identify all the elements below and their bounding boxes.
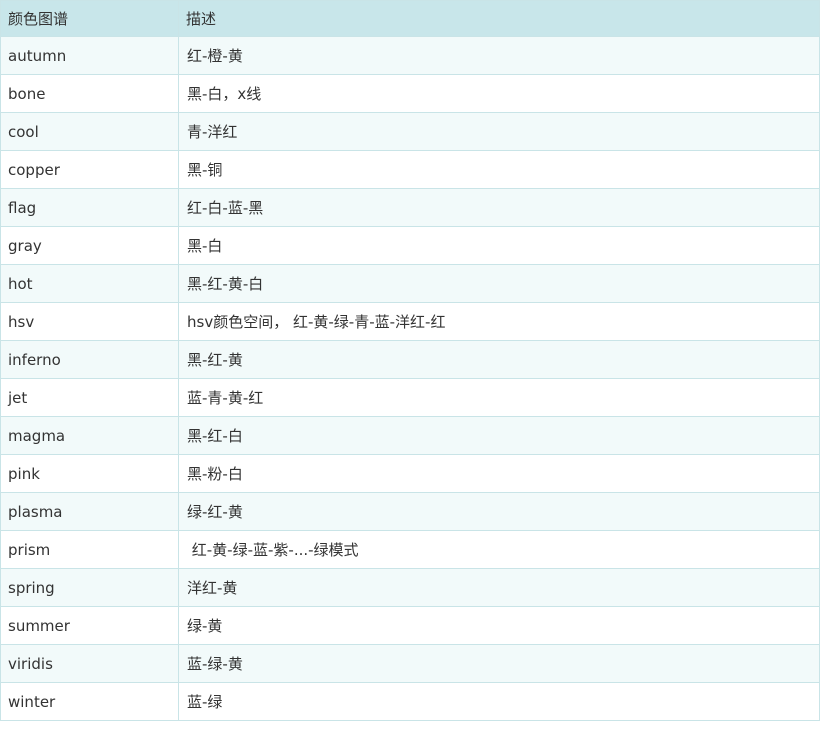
table-row: jet 蓝-青-黄-红	[0, 378, 820, 417]
colormap-description: 绿-黄	[178, 606, 820, 645]
colormap-name: summer	[0, 606, 179, 645]
table-row: cool 青-洋红	[0, 112, 820, 151]
colormap-description: 黑-红-黄-白	[178, 264, 820, 303]
colormap-name: pink	[0, 454, 179, 493]
colormap-name: jet	[0, 378, 179, 417]
colormap-description: 黑-铜	[178, 150, 820, 189]
table-row: pink 黑-粉-白	[0, 454, 820, 493]
colormap-name: autumn	[0, 36, 179, 75]
table-row: viridis 蓝-绿-黄	[0, 644, 820, 683]
colormap-description: 蓝-绿-黄	[178, 644, 820, 683]
colormap-name: bone	[0, 74, 179, 113]
colormap-name: plasma	[0, 492, 179, 531]
table-row: summer 绿-黄	[0, 606, 820, 645]
colormap-name: spring	[0, 568, 179, 607]
colormap-description: 青-洋红	[178, 112, 820, 151]
table-row: plasma 绿-红-黄	[0, 492, 820, 531]
table-row: prism 红-黄-绿-蓝-紫-...-绿模式	[0, 530, 820, 569]
colormap-description: 绿-红-黄	[178, 492, 820, 531]
table-row: inferno 黑-红-黄	[0, 340, 820, 379]
colormap-description: hsv颜色空间， 红-黄-绿-青-蓝-洋红-红	[178, 302, 820, 341]
table-row: magma 黑-红-白	[0, 416, 820, 455]
colormap-description: 黑-红-白	[178, 416, 820, 455]
table-row: spring 洋红-黄	[0, 568, 820, 607]
table-header-row: 颜色图谱 描述	[0, 0, 820, 37]
colormap-description: 蓝-绿	[178, 682, 820, 721]
colormap-name: magma	[0, 416, 179, 455]
colormap-description: 蓝-青-黄-红	[178, 378, 820, 417]
colormap-description: 红-橙-黄	[178, 36, 820, 75]
colormap-description: 黑-红-黄	[178, 340, 820, 379]
colormap-description: 红-黄-绿-蓝-紫-...-绿模式	[178, 530, 820, 569]
header-description: 描述	[178, 0, 820, 37]
colormap-name: hot	[0, 264, 179, 303]
colormap-name: prism	[0, 530, 179, 569]
table-row: flag 红-白-蓝-黑	[0, 188, 820, 227]
table-row: copper 黑-铜	[0, 150, 820, 189]
colormap-description: 黑-白，x线	[178, 74, 820, 113]
colormap-name: winter	[0, 682, 179, 721]
colormap-description: 黑-粉-白	[178, 454, 820, 493]
colormap-name: copper	[0, 150, 179, 189]
table-row: gray 黑-白	[0, 226, 820, 265]
header-colormap: 颜色图谱	[0, 0, 179, 37]
colormap-name: viridis	[0, 644, 179, 683]
colormap-name: flag	[0, 188, 179, 227]
table-row: hot 黑-红-黄-白	[0, 264, 820, 303]
colormap-description: 红-白-蓝-黑	[178, 188, 820, 227]
table-row: autumn 红-橙-黄	[0, 36, 820, 75]
colormap-name: hsv	[0, 302, 179, 341]
colormap-description: 黑-白	[178, 226, 820, 265]
table-row: winter 蓝-绿	[0, 682, 820, 721]
colormap-description: 洋红-黄	[178, 568, 820, 607]
colormap-name: inferno	[0, 340, 179, 379]
table-row: bone 黑-白，x线	[0, 74, 820, 113]
table-row: hsv hsv颜色空间， 红-黄-绿-青-蓝-洋红-红	[0, 302, 820, 341]
colormap-name: gray	[0, 226, 179, 265]
colormap-table: 颜色图谱 描述 autumn 红-橙-黄 bone 黑-白，x线 cool 青-洋红 …	[0, 0, 820, 721]
colormap-name: cool	[0, 112, 179, 151]
